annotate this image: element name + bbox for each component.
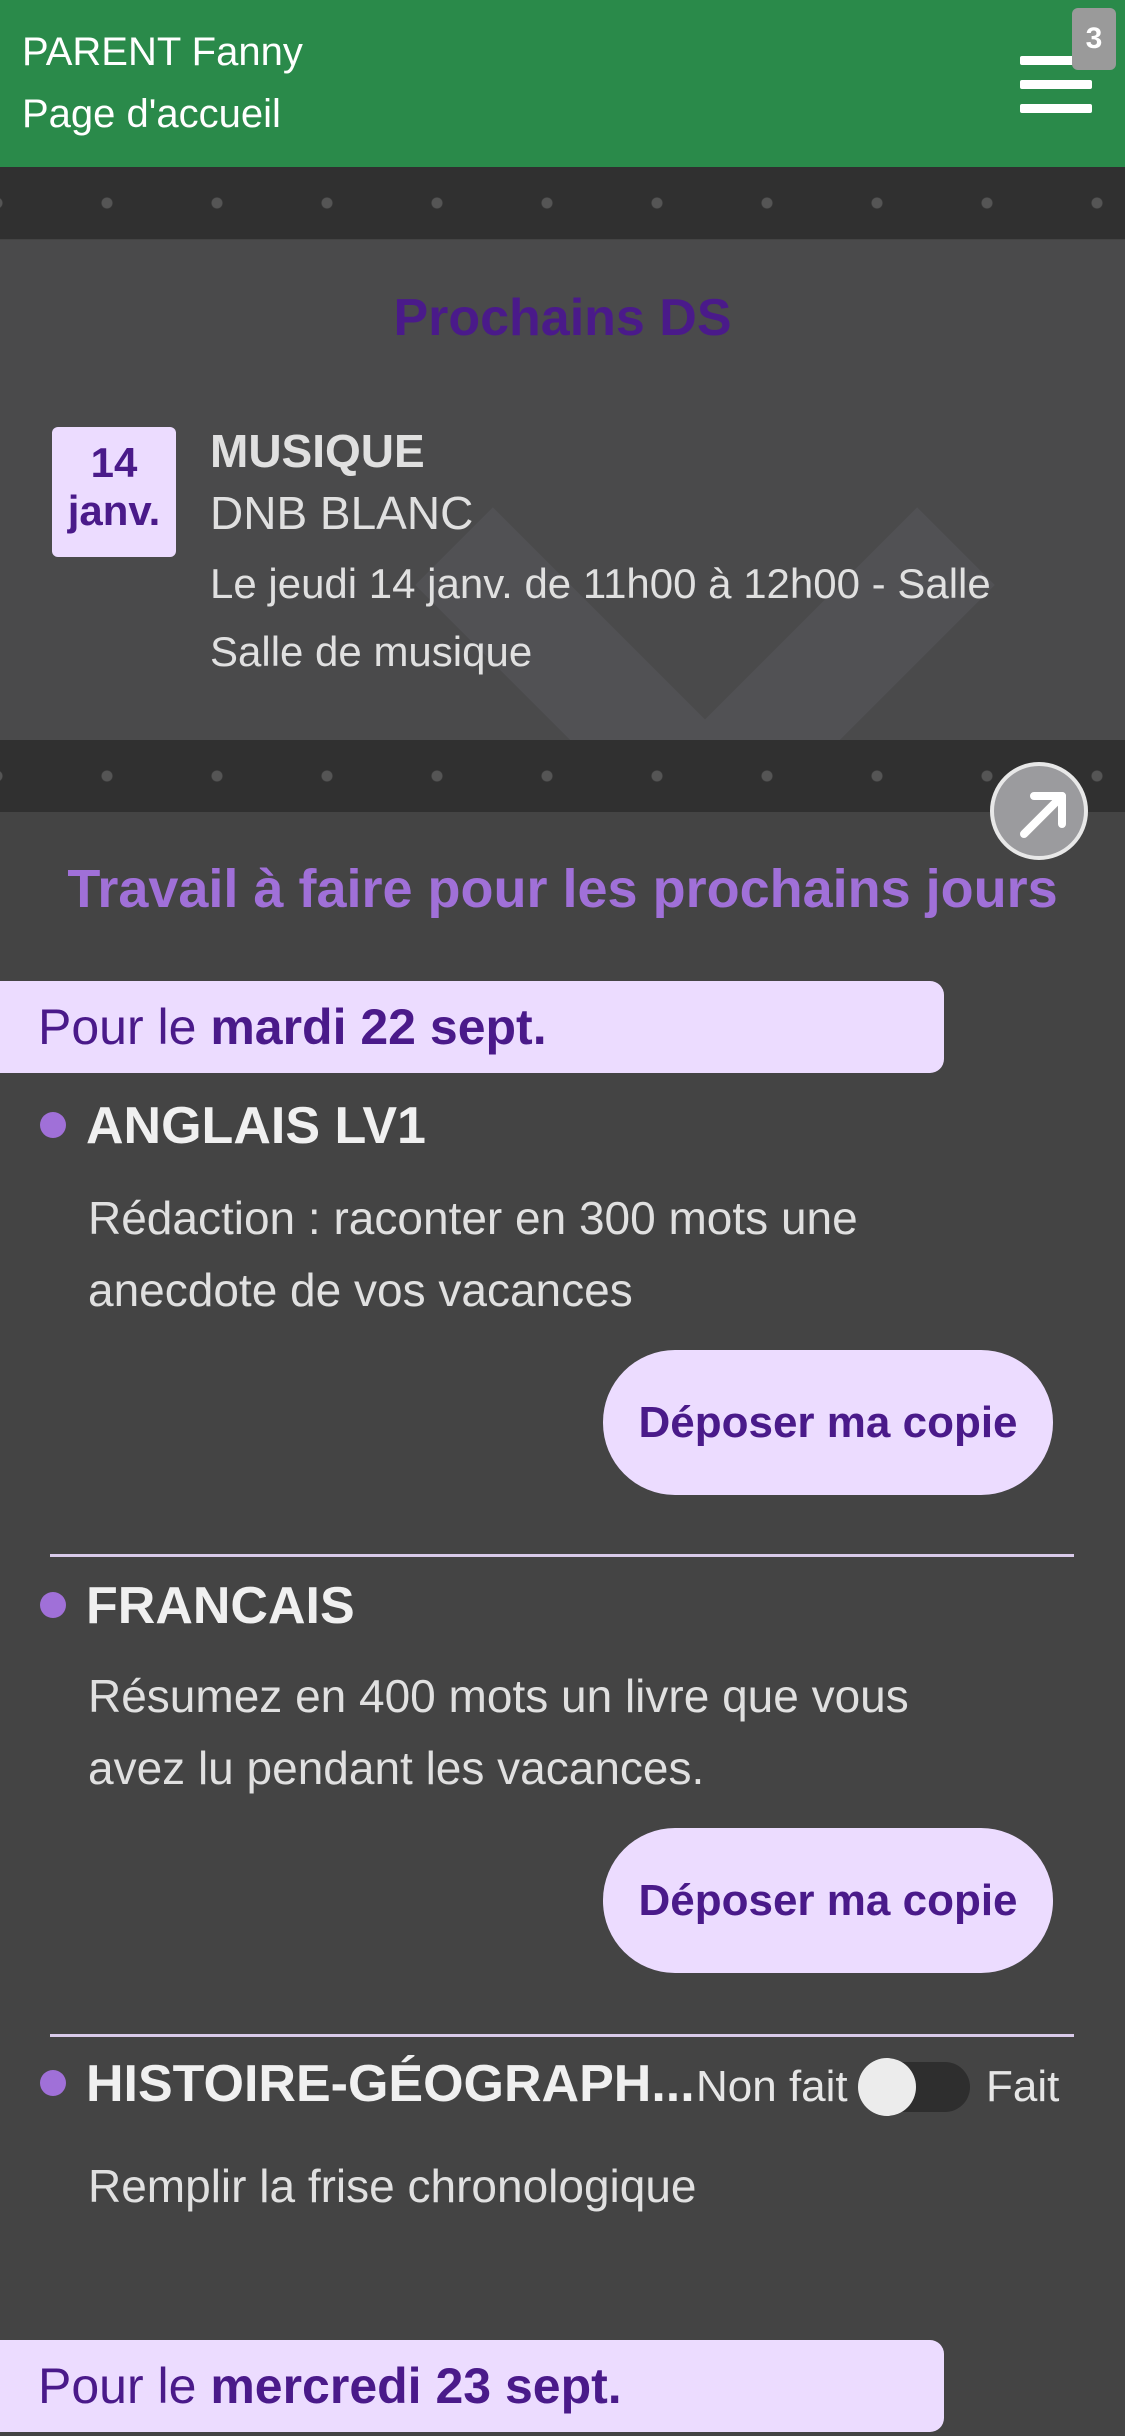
ds-day: 14 xyxy=(90,439,138,486)
task-subject: HISTOIRE-GÉOGRAPH... xyxy=(86,2055,695,2113)
bullet-dot-icon xyxy=(40,1592,66,1618)
ds-subject: MUSIQUE xyxy=(210,425,425,477)
ds-details: Le jeudi 14 janv. de 11h00 à 12h00 - Sal… xyxy=(210,560,991,675)
ds-type: DNB BLANC xyxy=(210,487,474,539)
notification-badge: 3 xyxy=(1072,8,1116,70)
arrow-up-right-icon[interactable] xyxy=(990,762,1088,860)
day-date: mercredi 23 sept. xyxy=(210,2358,622,2414)
section-divider xyxy=(0,167,1125,239)
day-date: mardi 22 sept. xyxy=(210,999,547,1055)
task-divider xyxy=(50,1554,1074,1557)
day-banner: Pour le mercredi 23 sept. xyxy=(0,2340,944,2432)
day-prefix: Pour le xyxy=(38,999,211,1055)
day-banner: Pour le mardi 22 sept. xyxy=(0,981,944,1073)
depose-copie-button[interactable]: Déposer ma copie xyxy=(603,1828,1053,1973)
travail-section-title: Travail à faire pour les prochains jours xyxy=(67,859,1058,919)
task-description: Rédaction : raconter en 300 mots une ane… xyxy=(88,1192,858,1316)
prochains-ds-section: Prochains DS 14 janv. MUSIQUE DNB BLANC … xyxy=(0,240,1125,740)
user-name: PARENT Fanny xyxy=(22,30,303,74)
toggle-knob xyxy=(858,2058,916,2116)
app-header: PARENT Fanny Page d'accueil 3 xyxy=(0,0,1125,167)
task-description: Remplir la frise chronologique xyxy=(88,2160,697,2212)
depose-copie-button[interactable]: Déposer ma copie xyxy=(603,1350,1053,1495)
status-non-fait-label: Non fait xyxy=(696,2062,848,2111)
status-fait-label: Fait xyxy=(986,2062,1060,2111)
task-description: Résumez en 400 mots un livre que vous av… xyxy=(88,1670,909,1794)
done-toggle[interactable] xyxy=(858,2058,970,2116)
ds-month: janv. xyxy=(67,487,161,534)
bullet-dot-icon xyxy=(40,1112,66,1138)
task-subject: FRANCAIS xyxy=(86,1577,355,1635)
day-prefix: Pour le xyxy=(38,2358,211,2414)
task-divider xyxy=(50,2034,1074,2037)
section-divider xyxy=(0,740,1125,812)
ds-date-box: 14 janv. xyxy=(52,427,176,557)
task-subject: ANGLAIS LV1 xyxy=(86,1097,426,1155)
ds-section-title: Prochains DS xyxy=(393,289,732,347)
bullet-dot-icon xyxy=(40,2070,66,2096)
page-title: Page d'accueil xyxy=(22,92,281,136)
